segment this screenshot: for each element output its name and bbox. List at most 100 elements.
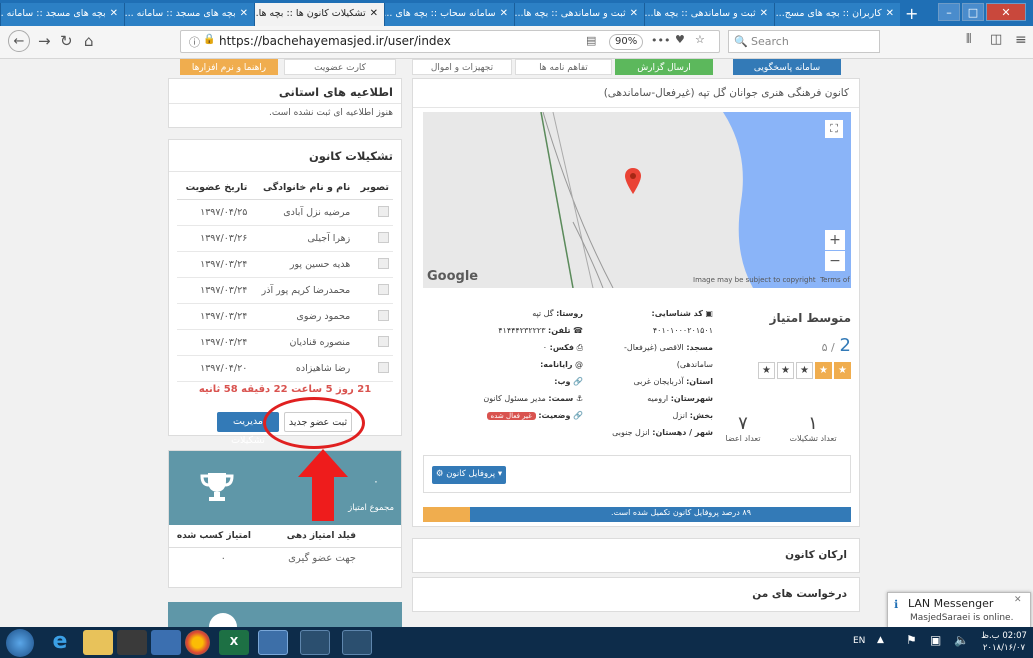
close-window-button[interactable]: ✕ [986,3,1026,21]
app2-icon[interactable] [300,630,330,655]
map-terms-link[interactable]: Terms of Use [820,276,851,284]
language-indicator[interactable]: EN [853,636,865,646]
rating-title: متوسط امتیاز [769,311,851,325]
map-zoom-out-button[interactable]: − [825,251,845,271]
map-pin-icon[interactable] [625,168,641,194]
browser-tab[interactable]: ✕سامانه سحاب :: بچه های ... [384,3,514,26]
member-photo[interactable] [378,257,389,269]
letters-button[interactable]: تفاهم نامه ها [515,59,612,75]
score-panel: ۰ مجموع امتیاز فیلد امتیاز دهی امتیاز کس… [168,450,402,588]
info-role: ⚓ سمت: مدیر مسئول کانون [483,394,583,403]
bookmark-star-icon[interactable]: ☆ [695,33,705,46]
pocket-icon[interactable]: ♥ [675,33,685,46]
organization-title: تشکیلات کانون [169,140,401,172]
search-input[interactable]: 🔍 Search [728,30,880,53]
browser-tab[interactable]: ✕بچه های مسجد :: سامانه ... [124,3,254,26]
browser-tab-active[interactable]: ✕تشکیلات کانون ها :: بچه ها... [254,3,384,26]
table-row[interactable]: هدیه حسین پور ۱۳۹۷/۰۳/۲۴ [177,251,393,278]
table-row[interactable]: منصوره قنادیان ۱۳۹۷/۰۳/۲۴ [177,329,393,356]
hamburger-menu-icon[interactable]: ≡ [1015,32,1027,48]
chrome-icon[interactable] [185,630,210,655]
browser-tab[interactable]: ✕ثبت و ساماندهی :: بچه ها... [644,3,774,26]
page-actions-icon[interactable]: ••• [651,34,670,47]
next-card [168,602,402,627]
map-zoom-in-button[interactable]: + [825,230,845,250]
start-button[interactable] [6,629,34,657]
flag-icon[interactable]: ⚑ [906,633,917,647]
info-phone: ☎ تلفن: ۴۱۴۴۴۲۳۲۲۲۳ [498,326,583,335]
info-id: ▣ کد شناسایی: ۴۰۱۰۱۰۰۰۲۰۱۵۰۱ [651,309,713,335]
home-icon[interactable]: ⌂ [84,32,94,50]
toast-title: LAN Messenger [908,597,994,610]
forward-icon[interactable]: → [38,32,51,50]
minimize-button[interactable]: – [938,3,960,21]
equipment-button[interactable]: تجهیزات و اموال [412,59,512,75]
app3-icon[interactable] [342,630,372,655]
table-row[interactable]: محمود رضوی ۱۳۹۷/۰۳/۲۴ [177,303,393,330]
progress-remaining [423,507,470,522]
ie-icon[interactable]: e [45,630,75,655]
member-photo[interactable] [378,361,389,373]
browser-tab[interactable]: ✕بچه های مسجد :: سامانه ... [0,3,124,26]
table-row[interactable]: رضا شاهیزاده ۱۳۹۷/۰۴/۲۰ [177,355,393,382]
maximize-button[interactable]: □ [962,3,984,21]
tray-arrow-icon[interactable]: ▲ [877,635,884,645]
info-icon[interactable]: ⓘ [189,34,200,50]
star-icon: ★ [796,362,813,379]
map-canvas [423,112,851,288]
score-value: ۰ [373,475,379,488]
member-photo[interactable] [378,309,389,321]
sidebar-icon[interactable]: ◫ [990,32,1002,47]
info-icon: ℹ [894,598,899,611]
browser-tab[interactable]: ✕کاربران :: بچه های مسج... [774,3,900,26]
guide-button[interactable]: راهنما و نرم افزارها [180,59,278,75]
trophy-icon [200,473,234,501]
new-tab-button[interactable]: + [905,4,918,23]
explorer-icon[interactable] [83,630,113,655]
zoom-level[interactable]: 90% [609,34,644,50]
clock[interactable]: 02:07 ب.ظ ۲۰۱۸/۱۶/۰۷ [978,630,1030,654]
col-name: نام و نام خانوادگی [251,176,355,200]
section-pillars[interactable]: ارکان کانون [412,538,860,573]
volume-icon[interactable]: 🔈 [954,633,969,647]
members-table: تصویر نام و نام خانوادگی تاریخ عضویت مرض… [177,176,393,382]
profile-dropdown-button[interactable]: ⚙ پروفایل کانون ▾ [432,466,506,484]
membership-card-button[interactable]: کارت عضویت [284,59,396,75]
url-text[interactable]: https://bachehayemasjed.ir/user/index [219,34,451,48]
table-row[interactable]: مرضیه نزل آبادی ۱۳۹۷/۰۴/۲۵ [177,199,393,226]
toast-close-icon[interactable]: ✕ [1014,595,1022,605]
info-city: شهر / دهستان: انزل جنوبی [612,428,713,437]
countdown-timer: 21 روز 5 ساعت 22 دقیقه 58 ثانیه [198,384,372,395]
network-icon[interactable]: ▣ [930,633,941,647]
table-row[interactable]: زهرا آجیلی ۱۳۹۷/۰۳/۲۶ [177,225,393,252]
firefox-icon[interactable] [258,630,288,655]
send-report-button[interactable]: ارسال گزارش [615,59,713,75]
map-fullscreen-button[interactable]: ⛶ [825,120,843,138]
member-photo[interactable] [378,205,389,217]
browser-tab[interactable]: ✕ثبت و ساماندهی :: بچه ها... [514,3,644,26]
google-map[interactable]: ⛶ + − Google Image may be subject to cop… [423,112,851,288]
star-icon: ★ [758,362,775,379]
back-icon[interactable]: ← [8,30,30,52]
section-requests[interactable]: درخواست های من [412,577,860,612]
members-label: تعداد اعضا [725,434,761,443]
info-village: روستا: گل تپه [532,309,583,318]
lan-messenger-toast[interactable]: ℹ LAN Messenger ✕ MasjedSaraei is online… [887,592,1031,627]
col-date: تاریخ عضویت [177,176,252,200]
reader-view-icon[interactable]: ▤ [586,34,596,47]
response-system-button[interactable]: سامانه پاسخگویی [733,59,841,75]
url-bar[interactable]: ⓘ 🔒 https://bachehayemasjed.ir/user/inde… [180,30,720,53]
col-photo: تصویر [354,176,393,200]
info-email: @ رایانامه: [540,360,583,369]
member-photo[interactable] [378,231,389,243]
table-row[interactable]: محمدرضا کریم پور آذر ۱۳۹۷/۰۳/۲۴ [177,277,393,304]
app-icon[interactable] [151,630,181,655]
library-icon[interactable]: ⫴ [966,32,971,47]
member-photo[interactable] [378,283,389,295]
excel-icon[interactable]: X [219,630,249,655]
info-mosque: مسجد: الاقصی (غیرفعال-ساماندهی) [624,343,713,369]
reload-icon[interactable]: ↻ [60,32,73,50]
media-icon[interactable] [117,630,147,655]
orgs-count: ۱ [808,413,818,434]
member-photo[interactable] [378,335,389,347]
